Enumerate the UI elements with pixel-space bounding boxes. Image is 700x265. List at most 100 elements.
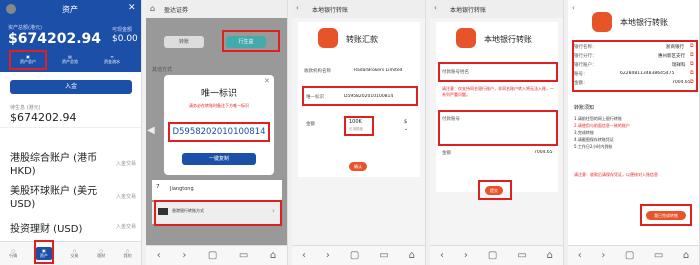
highlight-submit (478, 180, 512, 200)
account-name: 港股综合账户 (港币HKD) (10, 153, 98, 177)
panel-assets: 资产 ✕ 资产总额(港元) $674202.94 可现金额 $0.00 ▣ 资产总… (0, 0, 142, 265)
left-arrow-icon[interactable]: ◀ (147, 125, 155, 136)
copy-button[interactable]: 一键复制 (182, 153, 256, 165)
url-bar: 本地银行转账 (450, 7, 487, 14)
highlight-amount (344, 116, 374, 136)
cash-label: 可现金额 (112, 27, 133, 33)
url-bar: 本地银行转账 (312, 7, 349, 14)
highlight-payer-name (438, 62, 558, 82)
browser-nav: ‹ › ▢ ▭ ⌂ (146, 245, 287, 265)
tab-me[interactable]: ○ 我的 (124, 248, 132, 259)
menu-icon[interactable]: ▭ (239, 250, 248, 261)
amount-label: 金额 (442, 151, 451, 156)
menu-icon[interactable]: ▭ (517, 250, 526, 261)
highlight-id-row (302, 86, 418, 106)
tab-label: 我的 (123, 253, 132, 258)
avatar[interactable] (6, 4, 16, 14)
tab-label: 理财 (97, 253, 106, 258)
forward-icon[interactable]: › (182, 250, 186, 261)
transfer-button[interactable]: 转账 (164, 36, 204, 48)
back-icon[interactable]: ‹ (440, 250, 444, 261)
tab-market[interactable]: ○ 行情 (9, 248, 17, 259)
chevron-down-icon: ⌄ (404, 126, 409, 132)
action-flow[interactable]: ≡ 资金流水 (94, 54, 130, 65)
back-icon[interactable]: ‹ (302, 250, 306, 261)
tab-trade[interactable]: ○ 交易 (70, 248, 78, 259)
account-row-us[interactable]: 美股环球账户 (美元USD) (10, 185, 110, 217)
tabs-icon[interactable]: ▢ (350, 250, 359, 261)
notes-title: 转账须知 (574, 105, 595, 111)
action-overview-label: 资产总览 (62, 59, 78, 64)
bank-building-icon (592, 12, 612, 32)
browser-nav: ‹ › ▢ ▭ ⌂ (430, 245, 563, 265)
browser-nav: ‹ › ▢ ▭ ⌂ (292, 245, 425, 265)
sec-label: 待生息 (港元) (10, 105, 41, 111)
note-line: 4.请截图保存转账凭证 (574, 137, 614, 142)
action-overview[interactable]: ▤ 资产总览 (52, 54, 88, 65)
menu-icon[interactable]: ▭ (654, 250, 663, 261)
back-icon[interactable]: ‹ (578, 250, 582, 261)
tab-finance[interactable]: ○ 理财 (97, 248, 105, 259)
back-arrow-icon[interactable]: ‹ (434, 4, 437, 12)
menu-icon[interactable]: ▭ (379, 250, 388, 261)
amount-value: 7004.65 (534, 150, 553, 155)
forward-icon[interactable]: › (601, 250, 605, 261)
cash-value: $0.00 (112, 34, 138, 44)
modal-title: 唯一标识 (200, 89, 237, 99)
item-text: Jiangtong (170, 186, 194, 192)
browser-nav: ‹ › ▢ ▭ ⌂ (568, 245, 699, 265)
sec-value: $674202.94 (10, 111, 77, 124)
note-line: 1.请前往您的网上银行转账 (574, 116, 622, 121)
row-action[interactable]: 入金交易 (116, 160, 136, 167)
tabs-icon[interactable]: ▢ (208, 250, 217, 261)
form-card (436, 22, 558, 192)
panel-remit: ‹ 本地银行转账 转账汇款 收款机构名称 RadarBrokers Limite… (292, 0, 426, 265)
row-action[interactable]: 入金交易 (116, 193, 136, 200)
highlight-payer-account (438, 110, 558, 146)
account-name: 投资理财 (USD) (10, 224, 83, 235)
close-icon[interactable]: ✕ (128, 3, 136, 13)
tab-label: 行情 (9, 253, 18, 258)
panel-local-transfer: ‹ 本地银行转账 本地银行转账 付款账号姓名 请注意：仅支持同名银行账户，非同名… (430, 0, 564, 265)
bank-building-icon (318, 28, 338, 48)
total-value: $674202.94 (8, 31, 101, 47)
bank-row-value: RadarBrokers Limited (354, 68, 403, 73)
tabs-icon[interactable]: ▢ (488, 250, 497, 261)
home-icon[interactable]: ⌂ (409, 250, 415, 261)
row-action[interactable]: 入金交易 (116, 223, 136, 230)
form-title: 转账汇款 (346, 35, 378, 44)
amount-label: 金额 (306, 122, 315, 127)
deposit-button[interactable]: 入金 (10, 80, 132, 94)
page-title: 资产 (62, 5, 78, 14)
bank-building-icon (456, 28, 476, 48)
back-icon[interactable]: ‹ (157, 250, 161, 261)
confirm-button[interactable]: 确认 (349, 162, 367, 171)
back-arrow-icon[interactable]: ‹ (296, 4, 299, 12)
account-row-invest[interactable]: 投资理财 (USD) (10, 220, 110, 235)
modal-hint: 请务必在转账时备注下方唯一标识 (189, 103, 249, 108)
bank-row-label: 收款机构名称 (304, 69, 331, 74)
modal-close-icon[interactable]: ✕ (264, 77, 270, 85)
home-icon[interactable]: ⌂ (547, 250, 553, 261)
list-label: 其他方式 (152, 67, 173, 73)
account-name: 美股环球账户 (美元USD) (10, 186, 98, 210)
currency-select[interactable]: $ (404, 119, 407, 125)
divider (0, 127, 141, 128)
home-icon[interactable]: ⌂ (150, 4, 155, 13)
panel-modal: ⌂ 盈达证券 转账 行生益 其他方式 ◀ ✕ 唯一标识 请务必在转账时备注下方唯… (146, 0, 288, 265)
tabs-icon[interactable]: ▢ (625, 250, 634, 261)
forward-icon[interactable]: › (464, 250, 468, 261)
highlight-bank-info (572, 40, 698, 92)
highlight-assets (9, 50, 47, 70)
account-row-hk[interactable]: 港股综合账户 (港币HKD) (10, 152, 110, 184)
bottom-tab-bar: ○ 行情 ▣ 资产 ○ 交易 ○ 理财 ○ 我的 (0, 241, 141, 265)
home-icon[interactable]: ⌂ (683, 250, 689, 261)
back-arrow-icon[interactable]: ‹ (572, 4, 575, 12)
url-bar[interactable]: 盈达证券 (164, 5, 188, 14)
note-line: 2.请使用与前面信息一致的账户 (574, 123, 630, 128)
info-title: 本地银行转账 (620, 18, 668, 27)
forward-icon[interactable]: › (326, 250, 330, 261)
home-icon[interactable]: ⌂ (270, 250, 276, 261)
warning-text: 请注意：仅支持同名银行账户，非同名账户转入将无法入账，一系列严重问题。 (442, 86, 554, 97)
highlight-done (640, 204, 692, 226)
